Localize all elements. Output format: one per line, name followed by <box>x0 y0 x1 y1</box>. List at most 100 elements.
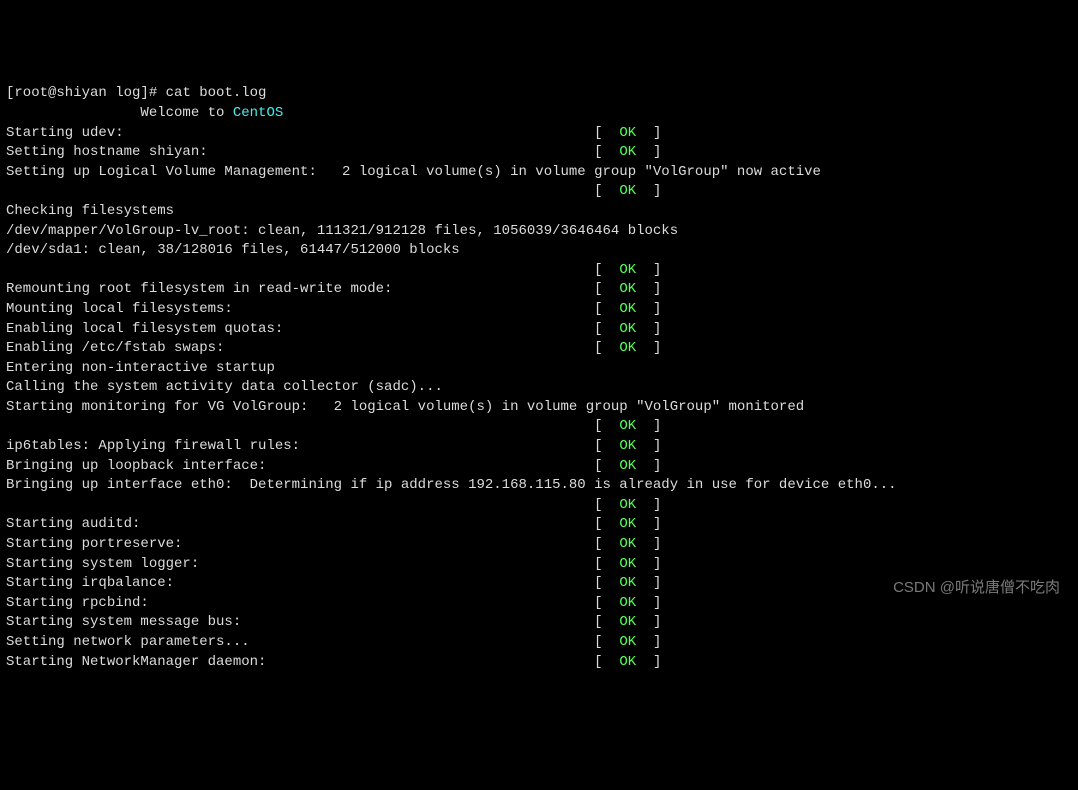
status-ok: OK <box>619 613 636 633</box>
log-line: Starting auditd: [ OK ] <box>6 515 1072 535</box>
log-message: Bringing up interface eth0: Determining … <box>6 476 897 496</box>
log-line: Starting portreserve: [ OK ] <box>6 535 1072 555</box>
status-bracket-close: ] <box>636 437 661 457</box>
log-line: Setting up Logical Volume Management: 2 … <box>6 163 1072 183</box>
log-message: Setting hostname shiyan: <box>6 143 594 163</box>
status-bracket-close: ] <box>636 300 661 320</box>
status-bracket-open: [ <box>594 613 619 633</box>
status-ok: OK <box>619 437 636 457</box>
status-ok: OK <box>619 574 636 594</box>
status-bracket-open: [ <box>594 437 619 457</box>
log-line: Mounting local filesystems: [ OK ] <box>6 300 1072 320</box>
log-message: Starting NetworkManager daemon: <box>6 653 594 673</box>
status-bracket-open: [ <box>594 515 619 535</box>
log-line: Calling the system activity data collect… <box>6 378 1072 398</box>
log-line: Entering non-interactive startup <box>6 359 1072 379</box>
log-message <box>6 182 594 202</box>
status-ok: OK <box>619 143 636 163</box>
log-line: Starting udev: [ OK ] <box>6 124 1072 144</box>
status-ok: OK <box>619 515 636 535</box>
log-line: Setting network parameters... [ OK ] <box>6 633 1072 653</box>
log-message: Starting system logger: <box>6 555 594 575</box>
status-bracket-open: [ <box>594 417 619 437</box>
shell-prompt: [root@shiyan log]# <box>6 84 166 104</box>
status-bracket-open: [ <box>594 633 619 653</box>
log-message: Starting irqbalance: <box>6 574 594 594</box>
log-line: Starting NetworkManager daemon: [ OK ] <box>6 653 1072 673</box>
log-message: ip6tables: Applying firewall rules: <box>6 437 594 457</box>
status-bracket-close: ] <box>636 535 661 555</box>
status-bracket-close: ] <box>636 653 661 673</box>
status-bracket-open: [ <box>594 280 619 300</box>
log-line: ip6tables: Applying firewall rules: [ OK… <box>6 437 1072 457</box>
log-message: /dev/sda1: clean, 38/128016 files, 61447… <box>6 241 460 261</box>
status-bracket-close: ] <box>636 633 661 653</box>
log-line: [ OK ] <box>6 417 1072 437</box>
status-bracket-close: ] <box>636 417 661 437</box>
status-ok: OK <box>619 124 636 144</box>
status-ok: OK <box>619 653 636 673</box>
status-ok: OK <box>619 555 636 575</box>
log-message: /dev/mapper/VolGroup-lv_root: clean, 111… <box>6 222 678 242</box>
log-message: Bringing up loopback interface: <box>6 457 594 477</box>
log-message: Starting auditd: <box>6 515 594 535</box>
prompt-line: [root@shiyan log]# cat boot.log <box>6 84 1072 104</box>
log-message: Remounting root filesystem in read-write… <box>6 280 594 300</box>
status-bracket-open: [ <box>594 320 619 340</box>
log-message: Calling the system activity data collect… <box>6 378 443 398</box>
status-bracket-close: ] <box>636 124 661 144</box>
welcome-line: Welcome to CentOS <box>6 104 1072 124</box>
log-line: /dev/mapper/VolGroup-lv_root: clean, 111… <box>6 222 1072 242</box>
log-line: Starting monitoring for VG VolGroup: 2 l… <box>6 398 1072 418</box>
status-bracket-open: [ <box>594 496 619 516</box>
status-ok: OK <box>619 182 636 202</box>
log-line: Bringing up loopback interface: [ OK ] <box>6 457 1072 477</box>
log-line: Bringing up interface eth0: Determining … <box>6 476 1072 496</box>
log-line: /dev/sda1: clean, 38/128016 files, 61447… <box>6 241 1072 261</box>
status-bracket-close: ] <box>636 261 661 281</box>
log-message: Starting udev: <box>6 124 594 144</box>
welcome-prefix: Welcome to <box>6 104 233 124</box>
watermark-text: CSDN @听说唐僧不吃肉 <box>893 577 1060 598</box>
status-bracket-open: [ <box>594 182 619 202</box>
status-bracket-close: ] <box>636 555 661 575</box>
status-bracket-close: ] <box>636 594 661 614</box>
status-bracket-close: ] <box>636 143 661 163</box>
log-line: Starting system logger: [ OK ] <box>6 555 1072 575</box>
log-line: [ OK ] <box>6 496 1072 516</box>
status-bracket-open: [ <box>594 574 619 594</box>
log-message: Starting system message bus: <box>6 613 594 633</box>
log-line: [ OK ] <box>6 182 1072 202</box>
log-message: Entering non-interactive startup <box>6 359 275 379</box>
log-message: Setting up Logical Volume Management: 2 … <box>6 163 821 183</box>
status-ok: OK <box>619 339 636 359</box>
log-line: [ OK ] <box>6 261 1072 281</box>
status-ok: OK <box>619 496 636 516</box>
log-message <box>6 261 594 281</box>
status-bracket-close: ] <box>636 496 661 516</box>
status-bracket-open: [ <box>594 300 619 320</box>
log-message: Starting monitoring for VG VolGroup: 2 l… <box>6 398 804 418</box>
log-message: Setting network parameters... <box>6 633 594 653</box>
status-bracket-close: ] <box>636 182 661 202</box>
status-bracket-open: [ <box>594 124 619 144</box>
log-message: Mounting local filesystems: <box>6 300 594 320</box>
status-bracket-open: [ <box>594 339 619 359</box>
log-message <box>6 417 594 437</box>
status-ok: OK <box>619 417 636 437</box>
status-ok: OK <box>619 280 636 300</box>
distro-name: CentOS <box>233 104 283 124</box>
log-message: Checking filesystems <box>6 202 174 222</box>
log-line: Setting hostname shiyan: [ OK ] <box>6 143 1072 163</box>
log-message: Starting rpcbind: <box>6 594 594 614</box>
status-ok: OK <box>619 261 636 281</box>
status-ok: OK <box>619 300 636 320</box>
status-ok: OK <box>619 320 636 340</box>
log-line: Starting system message bus: [ OK ] <box>6 613 1072 633</box>
status-ok: OK <box>619 594 636 614</box>
log-message: Starting portreserve: <box>6 535 594 555</box>
status-bracket-close: ] <box>636 320 661 340</box>
status-bracket-open: [ <box>594 457 619 477</box>
status-ok: OK <box>619 633 636 653</box>
status-ok: OK <box>619 535 636 555</box>
